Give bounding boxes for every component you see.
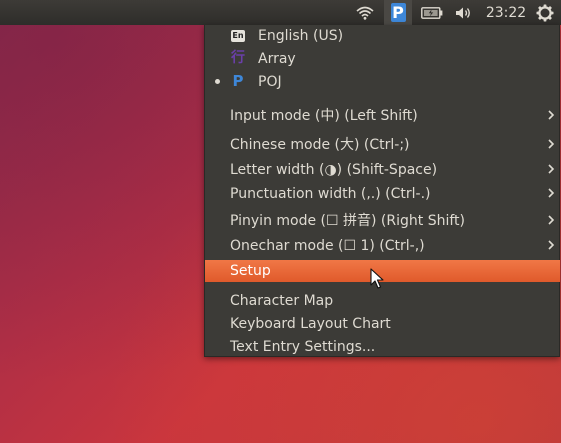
menu-item-label: Onechar mode (☐ 1) (Ctrl-,)	[230, 238, 425, 254]
menu-separator	[205, 99, 560, 100]
chevron-right-icon	[548, 110, 555, 120]
battery-icon-graphic	[421, 6, 443, 19]
menu-item-punctuation-width[interactable]: Punctuation width (,.) (Ctrl-.)	[205, 183, 560, 205]
menu-item-chinese-mode[interactable]: Chinese mode (大) (Ctrl-;)	[205, 134, 560, 156]
menu-item-label: Chinese mode (大) (Ctrl-;)	[230, 137, 410, 153]
menu-item-poj[interactable]: P POJ	[205, 71, 560, 93]
menu-item-input-mode[interactable]: Input mode (中) (Left Shift)	[205, 105, 560, 127]
array-ime-icon: 行	[231, 50, 245, 66]
menu-item-label: POJ	[258, 74, 282, 90]
keyboard-en-icon: En	[231, 30, 245, 42]
top-panel: P 23:22	[0, 0, 561, 25]
menu-item-text-entry-settings[interactable]: Text Entry Settings...	[205, 336, 560, 358]
menu-item-label: Text Entry Settings...	[230, 339, 376, 355]
menu-item-english-us[interactable]: En English (US)	[205, 25, 560, 47]
battery-icon[interactable]	[419, 0, 445, 25]
ime-p-icon: P	[390, 3, 406, 22]
menu-item-pinyin-mode[interactable]: Pinyin mode (☐ 拼音) (Right Shift)	[205, 210, 560, 232]
active-radio-indicator	[215, 79, 220, 84]
menu-item-label: Setup	[230, 263, 271, 279]
menu-item-keyboard-layout-chart[interactable]: Keyboard Layout Chart	[205, 313, 560, 335]
sound-icon[interactable]	[452, 0, 476, 25]
input-method-menu: En English (US) 行 Array P POJ Input mode…	[204, 25, 560, 357]
input-method-indicator[interactable]: P	[384, 0, 412, 25]
poj-ime-icon: P	[232, 72, 244, 90]
wifi-icon[interactable]	[352, 0, 378, 25]
menu-item-character-map[interactable]: Character Map	[205, 290, 560, 312]
gear-icon[interactable]	[533, 0, 557, 25]
menu-item-label: Array	[258, 51, 296, 67]
chevron-right-icon	[548, 240, 555, 250]
gear-icon-graphic	[536, 4, 554, 21]
wifi-icon-graphic	[356, 6, 374, 20]
menu-item-label: Keyboard Layout Chart	[230, 316, 391, 332]
chevron-right-icon	[548, 139, 555, 149]
menu-item-label: Character Map	[230, 293, 334, 309]
menu-item-label: Input mode (中) (Left Shift)	[230, 108, 418, 124]
menu-item-letter-width[interactable]: Letter width (◑) (Shift-Space)	[205, 159, 560, 181]
menu-item-array[interactable]: 行 Array	[205, 48, 560, 70]
sound-icon-graphic	[456, 7, 470, 18]
menu-item-label: Pinyin mode (☐ 拼音) (Right Shift)	[230, 213, 465, 229]
menu-item-onechar-mode[interactable]: Onechar mode (☐ 1) (Ctrl-,)	[205, 235, 560, 257]
chevron-right-icon	[548, 188, 555, 198]
mouse-pointer-icon	[370, 268, 384, 289]
menu-item-label: Letter width (◑) (Shift-Space)	[230, 162, 438, 178]
clock[interactable]: 23:22	[484, 0, 528, 25]
chevron-right-icon	[548, 215, 555, 225]
menu-item-label: English (US)	[258, 28, 344, 44]
menu-item-label: Punctuation width (,.) (Ctrl-.)	[230, 186, 431, 202]
chevron-right-icon	[548, 164, 555, 174]
